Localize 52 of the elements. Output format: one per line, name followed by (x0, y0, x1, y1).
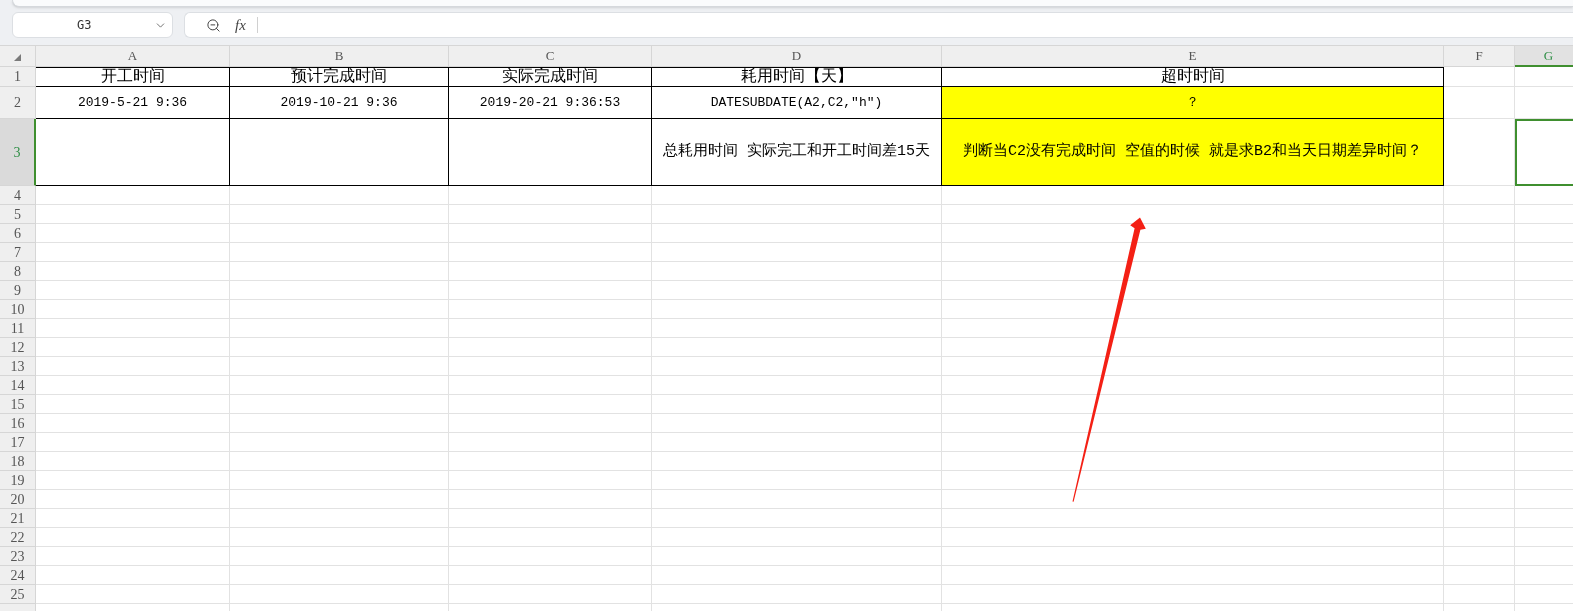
row-header[interactable]: 17 (0, 433, 36, 452)
name-box[interactable]: G3 (12, 12, 173, 38)
row-header[interactable]: 19 (0, 471, 36, 490)
row-header[interactable]: 12 (0, 338, 36, 357)
column-header[interactable]: F (1444, 45, 1515, 67)
row-header[interactable]: 11 (0, 319, 36, 338)
column-header[interactable]: D (652, 45, 942, 67)
row-header[interactable]: 25 (0, 585, 36, 604)
row-header[interactable]: 2 (0, 87, 36, 119)
row-header[interactable]: 1 (0, 67, 36, 87)
row-header[interactable]: 23 (0, 547, 36, 566)
row-header[interactable]: 5 (0, 205, 36, 224)
row-header[interactable]: 6 (0, 224, 36, 243)
spreadsheet-cell[interactable]: 实际完成时间 (449, 67, 652, 87)
row-header[interactable]: 4 (0, 186, 36, 205)
function-button[interactable]: fx (235, 17, 246, 33)
row-header[interactable]: 21 (0, 509, 36, 528)
cell-reference: G3 (77, 17, 92, 34)
row-header[interactable]: 22 (0, 528, 36, 547)
spreadsheet-cell[interactable]: 预计完成时间 (230, 67, 449, 87)
spreadsheet-cell[interactable]: 2019-20-21 9:36:53 (449, 87, 652, 119)
row-header[interactable]: 8 (0, 262, 36, 281)
column-header[interactable]: C (449, 45, 652, 67)
spreadsheet-cell[interactable]: 开工时间 (36, 67, 230, 87)
row-header[interactable]: 7 (0, 243, 36, 262)
spreadsheet-cell[interactable] (36, 119, 230, 186)
row-header[interactable]: 13 (0, 357, 36, 376)
row-header[interactable]: 18 (0, 452, 36, 471)
column-header[interactable]: A (36, 45, 230, 67)
formula-bar[interactable]: fx (184, 12, 1573, 38)
row-header[interactable]: 20 (0, 490, 36, 509)
spreadsheet-cell[interactable]: 超时时间 (942, 67, 1444, 87)
row-header[interactable]: 24 (0, 566, 36, 585)
row-header[interactable]: 9 (0, 281, 36, 300)
spreadsheet-cell[interactable]: 耗用时间【天】 (652, 67, 942, 87)
spreadsheet-cell[interactable]: 2019-10-21 9:36 (230, 87, 449, 119)
row-header[interactable]: 10 (0, 300, 36, 319)
zoom-out-icon[interactable] (206, 17, 221, 33)
spreadsheet-cell[interactable]: DATESUBDATE(A2,C2,"h") (652, 87, 942, 119)
row-header[interactable]: 14 (0, 376, 36, 395)
column-header[interactable]: B (230, 45, 449, 67)
spreadsheet-cell[interactable] (230, 119, 449, 186)
select-all-corner[interactable] (0, 45, 36, 67)
column-header[interactable]: E (942, 45, 1444, 67)
triangle-icon (14, 54, 21, 61)
spreadsheet-cell[interactable]: 判断当C2没有完成时间 空值的时候 就是求B2和当天日期差异时间？ (942, 119, 1444, 186)
spreadsheet-cell[interactable]: ？ (942, 87, 1444, 119)
spreadsheet-cell[interactable]: 2019-5-21 9:36 (36, 87, 230, 119)
row-header[interactable]: 15 (0, 395, 36, 414)
selected-cell[interactable] (1515, 119, 1573, 186)
spreadsheet-cell[interactable] (449, 119, 652, 186)
row-header[interactable]: 16 (0, 414, 36, 433)
